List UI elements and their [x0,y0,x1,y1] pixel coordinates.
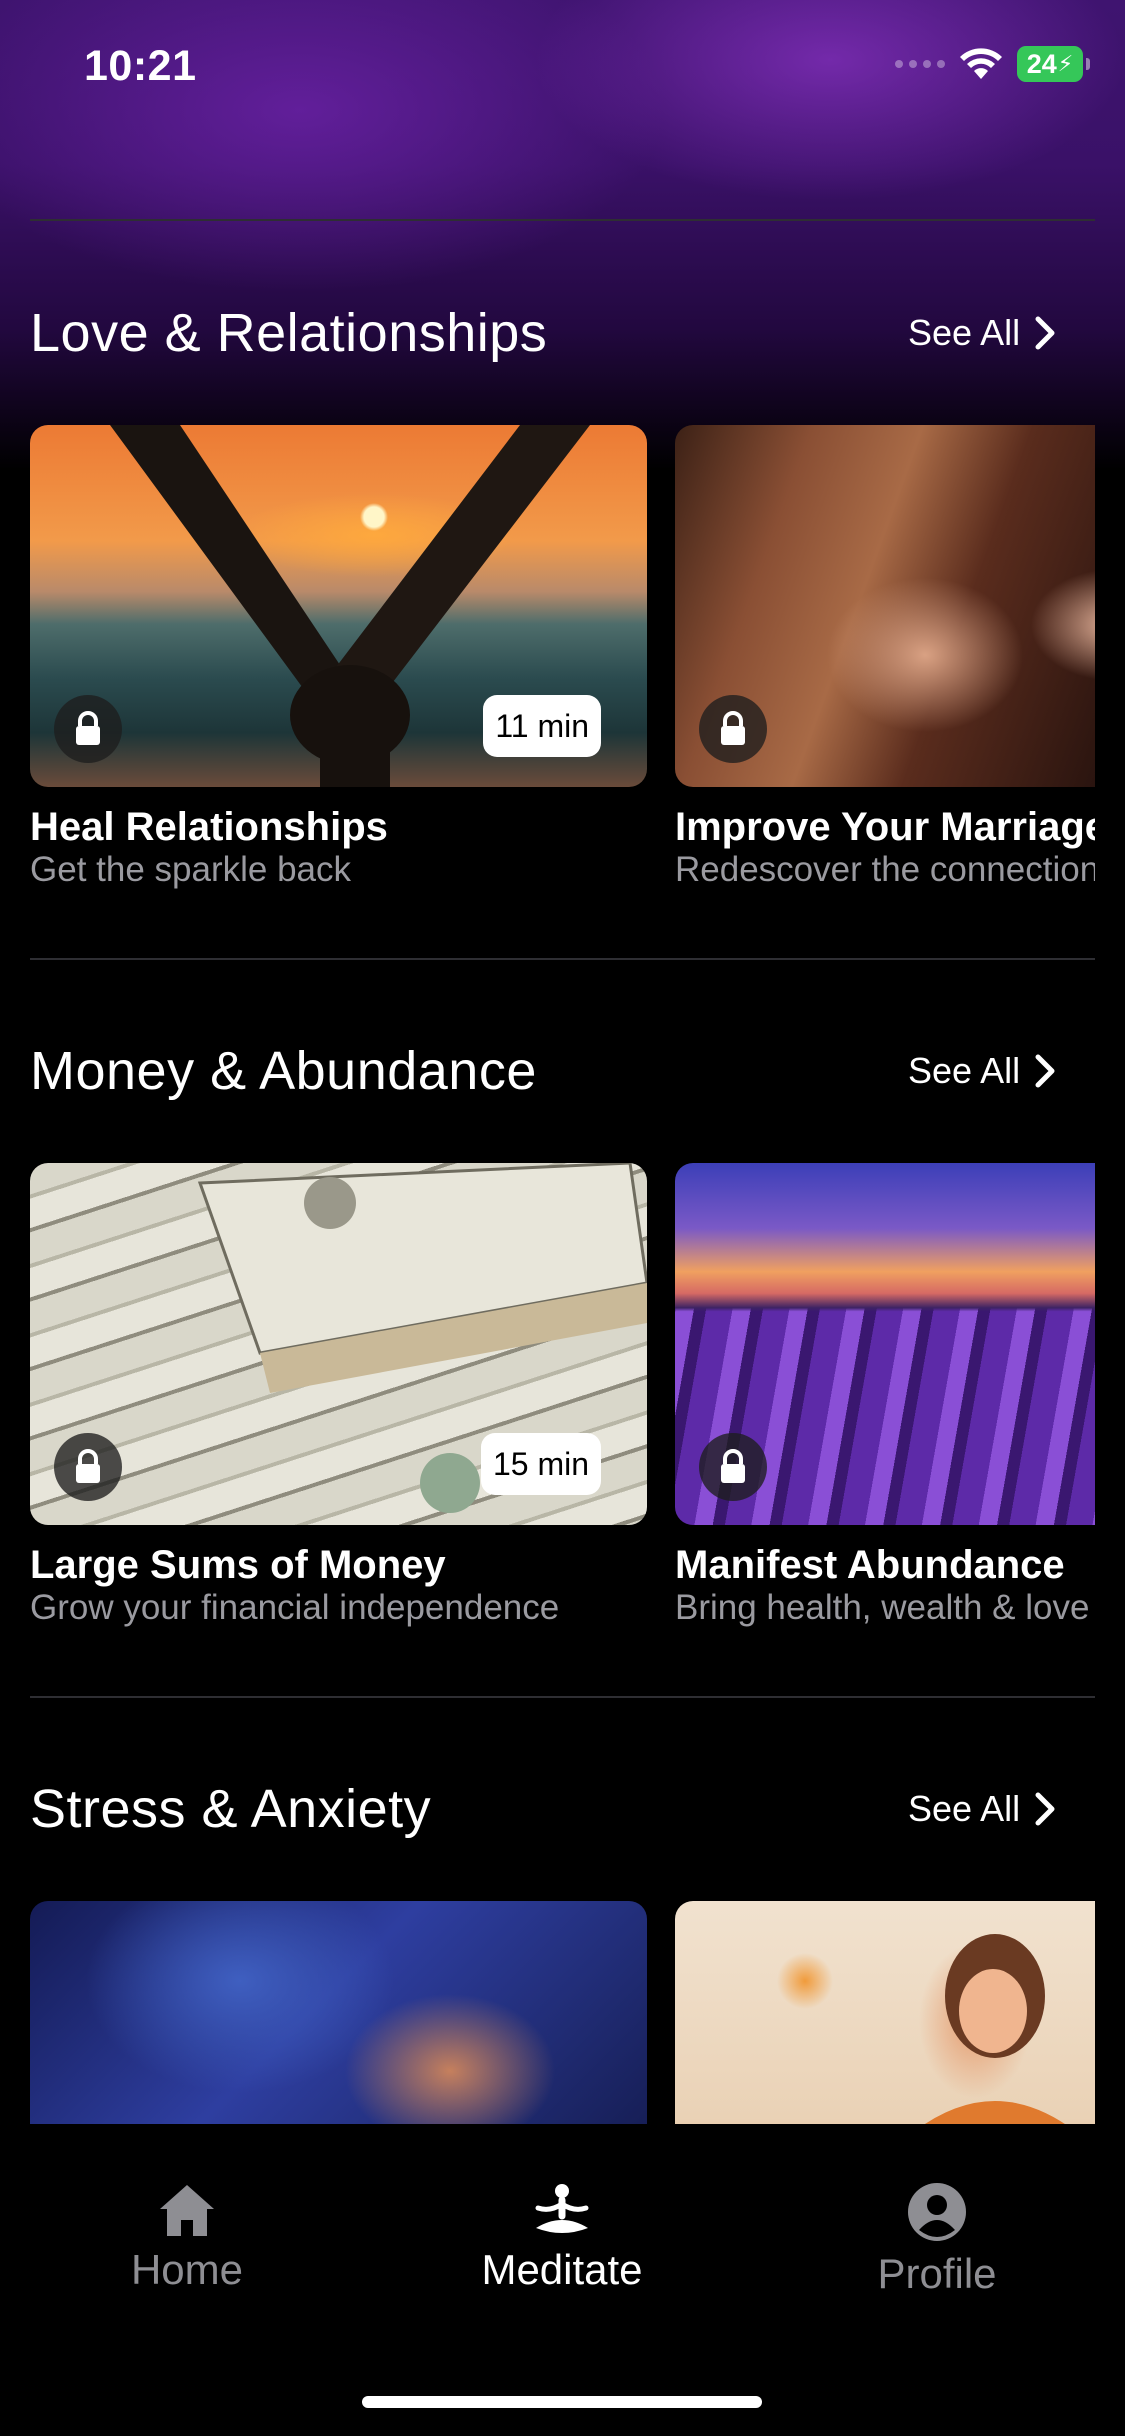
see-all-label: See All [908,1050,1021,1091]
chevron-right-icon [1035,316,1055,350]
see-all-label: See All [908,312,1021,353]
card-title: Manifest Abundance [675,1543,1065,1587]
card-subtitle: Bring health, wealth & love [675,1588,1090,1627]
meditate-icon [535,2184,589,2233]
status-icons: 24 ⚡ [895,46,1090,82]
lock-icon [699,1433,767,1501]
meditate-screen: 10:21 24 ⚡ Love & Relationships See All [0,0,1125,2436]
duration-badge: 15 min [480,1433,601,1495]
card-improve-marriage[interactable] [675,425,1095,787]
card-heal-relationships[interactable]: 11 min [30,425,647,787]
battery-level: 24 [1026,48,1057,79]
section-title-stress: Stress & Anxiety [30,1779,432,1839]
section-title-love: Love & Relationships [30,303,548,363]
tab-label-profile: Profile [877,2250,997,2297]
chevron-right-icon [1035,1792,1055,1826]
duration-badge: 11 min [483,695,601,757]
see-all-love-button[interactable]: See All [908,312,1056,354]
card-subtitle: Redescover the connection [675,850,1095,889]
divider [30,958,1095,960]
home-indicator[interactable] [362,2396,762,2408]
battery-icon: 24 ⚡ [1017,46,1090,82]
divider [30,1696,1095,1698]
tab-meditate[interactable]: Meditate [432,2182,692,2294]
lock-icon [54,1433,122,1501]
lock-icon [54,695,122,763]
tab-profile[interactable]: Profile [807,2182,1067,2298]
section-title-money: Money & Abundance [30,1041,537,1101]
card-title: Large Sums of Money [30,1543,446,1587]
see-all-label: See All [908,1788,1021,1829]
lock-icon [699,695,767,763]
card-subtitle: Get the sparkle back [30,850,351,889]
tab-label-home: Home [130,2246,244,2293]
card-large-sums-of-money[interactable]: 15 min [30,1163,647,1525]
card-manifest-abundance[interactable] [675,1163,1095,1525]
tab-home[interactable]: Home [57,2182,317,2294]
card-title: Improve Your Marriage [675,805,1095,849]
home-icon [160,2185,214,2236]
tab-label-meditate: Meditate [481,2246,643,2293]
profile-icon [908,2183,966,2241]
cellular-signal-icon [895,60,945,68]
card-title: Heal Relationships [30,805,388,849]
wifi-icon [960,48,1002,79]
see-all-stress-button[interactable]: See All [908,1788,1056,1830]
status-time: 10:21 [84,42,197,90]
divider [30,219,1095,221]
see-all-money-button[interactable]: See All [908,1050,1056,1092]
card-subtitle: Grow your financial independence [30,1588,560,1627]
tab-bar: Home Meditate Profile [0,2124,1125,2436]
chevron-right-icon [1035,1054,1055,1088]
